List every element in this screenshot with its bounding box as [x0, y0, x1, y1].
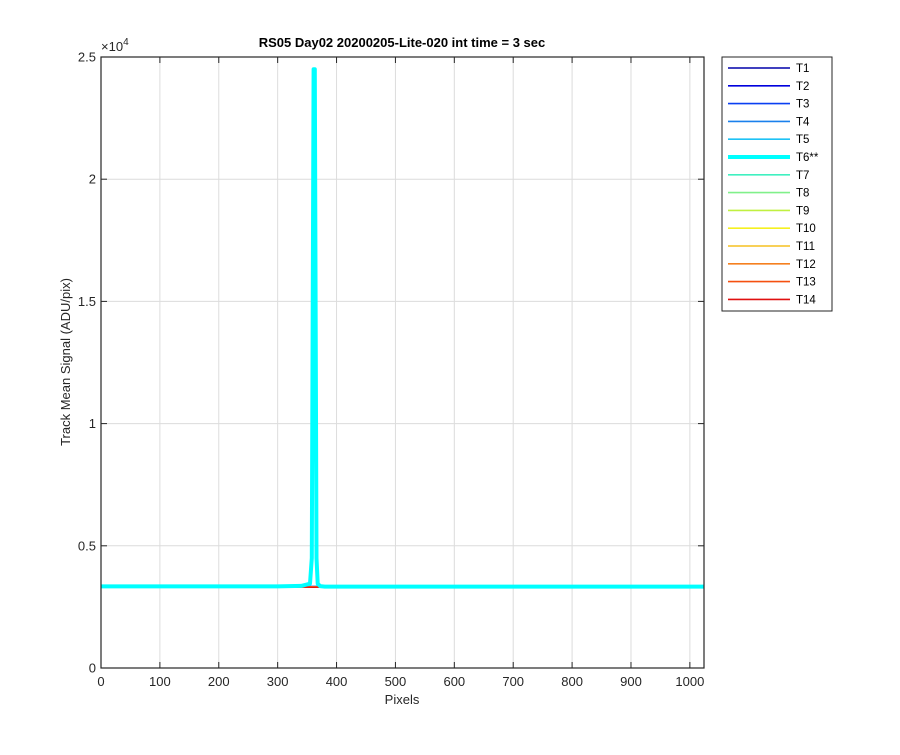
- legend: T1 T2 T3 T4 T5 T6** T7 T8 T9 T10 T11 T12 T13 T14: [722, 57, 832, 311]
- y-exponent-power: 4: [123, 37, 129, 48]
- legend-label-t14: T14: [796, 294, 816, 306]
- chart-title: RS05 Day02 20200205-Lite-020 int time = …: [259, 35, 546, 50]
- legend-label-t5: T5: [796, 134, 809, 146]
- y-exponent-base: ×10: [101, 39, 123, 54]
- legend-label-t3: T3: [796, 99, 809, 111]
- y-tick-label: 1: [89, 416, 96, 431]
- y-axis-label: Track Mean Signal (ADU/pix): [58, 278, 73, 446]
- legend-label-t9: T9: [796, 205, 809, 217]
- x-tick-label: 500: [385, 674, 407, 689]
- x-tick-label: 700: [502, 674, 524, 689]
- x-axis-label: Pixels: [385, 692, 420, 707]
- legend-label-t11: T11: [796, 241, 815, 253]
- legend-label-t7: T7: [796, 170, 809, 182]
- legend-label-t12: T12: [796, 259, 816, 271]
- legend-label-t4: T4: [796, 116, 810, 128]
- y-tick-label: 2: [89, 172, 96, 187]
- x-tick-label: 200: [208, 674, 230, 689]
- figure: 0 100 200 300 400 500 600 700 800 900 1000 0 0.5 1 1.5…: [0, 0, 900, 750]
- line-chart: 0 100 200 300 400 500 600 700 800 900 1000 0 0.5 1 1.5…: [0, 0, 900, 750]
- legend-box: [722, 57, 832, 311]
- x-tick-label: 300: [267, 674, 289, 689]
- x-tick-label: 800: [561, 674, 583, 689]
- y-tick-label: 2.5: [78, 50, 96, 65]
- x-tick-label: 1000: [675, 674, 704, 689]
- y-tick-label: 0: [89, 661, 96, 676]
- y-tick-label: 1.5: [78, 294, 96, 309]
- x-tick-label: 0: [97, 674, 104, 689]
- legend-label-t6: T6**: [796, 152, 819, 164]
- x-tick-label: 900: [620, 674, 642, 689]
- x-tick-label: 600: [443, 674, 465, 689]
- legend-label-t10: T10: [796, 223, 816, 235]
- x-tick-label: 100: [149, 674, 171, 689]
- legend-label-t13: T13: [796, 277, 816, 289]
- legend-label-t8: T8: [796, 188, 809, 200]
- plot-area: [101, 57, 704, 668]
- legend-label-t1: T1: [796, 63, 809, 75]
- legend-label-t2: T2: [796, 81, 809, 93]
- y-tick-label: 0.5: [78, 538, 96, 553]
- x-tick-label: 400: [326, 674, 348, 689]
